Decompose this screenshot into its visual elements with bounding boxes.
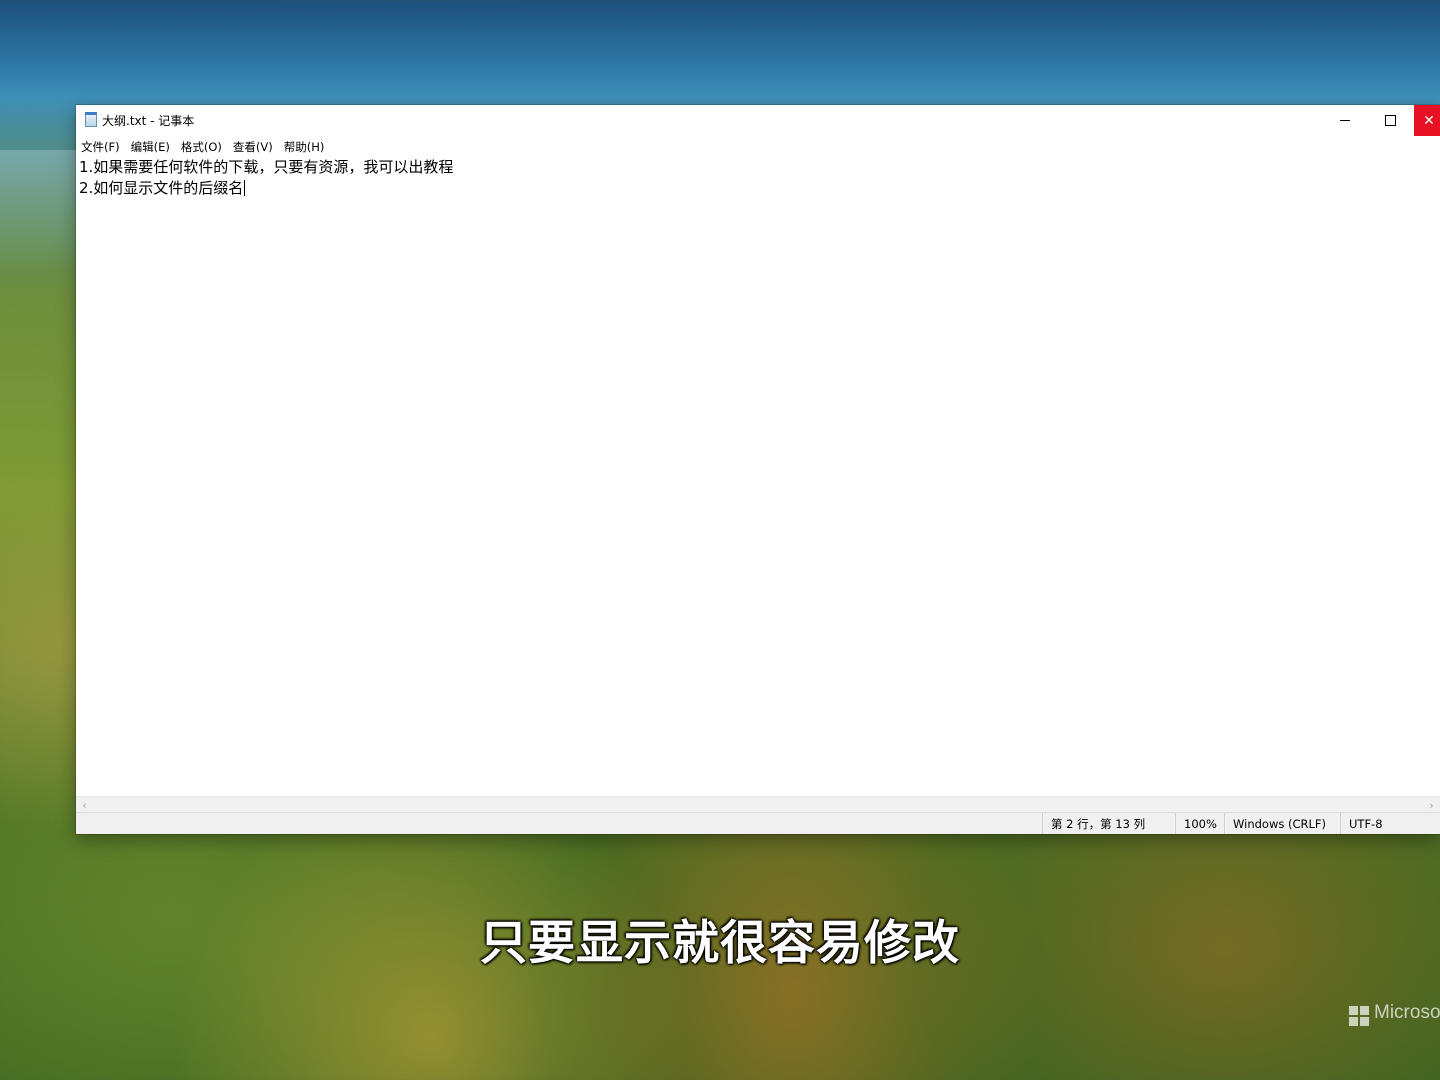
menu-view[interactable]: 查看(V) <box>233 139 278 155</box>
status-encoding: UTF-8 <box>1340 813 1440 834</box>
status-cursor-position: 第 2 行，第 13 列 <box>1042 813 1175 834</box>
close-icon: ✕ <box>1423 112 1435 129</box>
menu-bar: 文件(F) 编辑(E) 格式(O) 查看(V) 帮助(H) <box>76 136 1440 158</box>
scroll-left-arrow-icon[interactable]: ‹ <box>76 797 93 813</box>
desktop: { "window": { "title": "大纲.txt - 记事本", "… <box>0 0 1440 1080</box>
maximize-icon <box>1384 115 1396 126</box>
minimize-icon <box>1340 120 1350 121</box>
close-button[interactable]: ✕ <box>1414 105 1440 136</box>
menu-file[interactable]: 文件(F) <box>81 139 125 155</box>
microsoft-logo-icon <box>1349 1006 1369 1026</box>
text-caret <box>244 180 246 196</box>
title-bar[interactable]: 大纲.txt - 记事本 ✕ <box>76 105 1440 136</box>
menu-format[interactable]: 格式(O) <box>181 139 227 155</box>
status-zoom: 100% <box>1175 813 1224 834</box>
editor-line-1-text: 1.如果需要任何软件的下载，只要有资源，我可以出教程 <box>79 158 454 176</box>
maximize-button[interactable] <box>1367 105 1413 136</box>
minimize-button[interactable] <box>1322 105 1368 136</box>
status-line-ending: Windows (CRLF) <box>1224 813 1340 834</box>
editor-line-2-text: 2.如何显示文件的后缀名 <box>79 179 244 197</box>
scroll-right-arrow-icon[interactable]: › <box>1423 797 1440 813</box>
notepad-window[interactable]: 大纲.txt - 记事本 ✕ 文件(F) 编辑(E) 格式(O) 查看(V) 帮… <box>76 105 1440 834</box>
text-editor[interactable]: 1.如果需要任何软件的下载，只要有资源，我可以出教程 2.如何显示文件的后缀名 <box>76 157 1440 797</box>
video-subtitle: 只要显示就很容易修改 <box>480 916 960 971</box>
notepad-app-icon[interactable] <box>85 112 97 127</box>
microsoft-watermark-text: Microsoft <box>1374 1002 1440 1023</box>
menu-help[interactable]: 帮助(H) <box>284 139 330 155</box>
horizontal-scrollbar[interactable]: ‹ › <box>76 796 1440 813</box>
editor-line-2[interactable]: 2.如何显示文件的后缀名 <box>79 178 246 199</box>
menu-edit[interactable]: 编辑(E) <box>131 139 175 155</box>
status-bar: 第 2 行，第 13 列 100% Windows (CRLF) UTF-8 <box>76 812 1440 834</box>
editor-line-1[interactable]: 1.如果需要任何软件的下载，只要有资源，我可以出教程 <box>79 157 453 178</box>
window-title: 大纲.txt - 记事本 <box>102 114 195 128</box>
